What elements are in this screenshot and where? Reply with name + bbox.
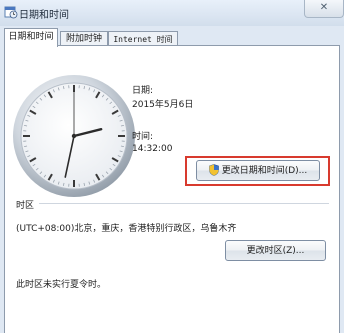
tab-date-time[interactable]: 日期和时间 <box>4 28 58 47</box>
analog-clock <box>12 74 136 198</box>
tab-panel: 日期: 2015年5月6日 时间: 14:32:00 更改日期和时间(D)...… <box>4 45 340 333</box>
close-icon: ✕ <box>320 2 328 13</box>
dst-note: 此时区未实行夏令时。 <box>16 277 106 290</box>
time-label: 时间: <box>132 129 153 142</box>
change-timezone-button[interactable]: 更改时区(Z)... <box>225 240 326 261</box>
timezone-heading: 时区 <box>16 198 34 211</box>
calendar-clock-icon <box>4 5 18 19</box>
timezone-value: (UTC+08:00)北京，重庆，香港特别行政区，乌鲁木齐 <box>16 221 236 234</box>
change-date-time-label: 更改日期和时间(D)... <box>222 166 308 176</box>
time-value: 14:32:00 <box>132 144 172 154</box>
window-title: 日期和时间 <box>19 6 69 21</box>
date-value: 2015年5月6日 <box>132 97 193 110</box>
title-bar: 日期和时间 ✕ <box>0 0 344 26</box>
date-label: 日期: <box>132 83 153 96</box>
timezone-divider <box>39 203 329 204</box>
close-button[interactable]: ✕ <box>304 0 344 18</box>
change-date-time-button[interactable]: 更改日期和时间(D)... <box>196 160 320 181</box>
uac-shield-icon <box>209 164 219 176</box>
